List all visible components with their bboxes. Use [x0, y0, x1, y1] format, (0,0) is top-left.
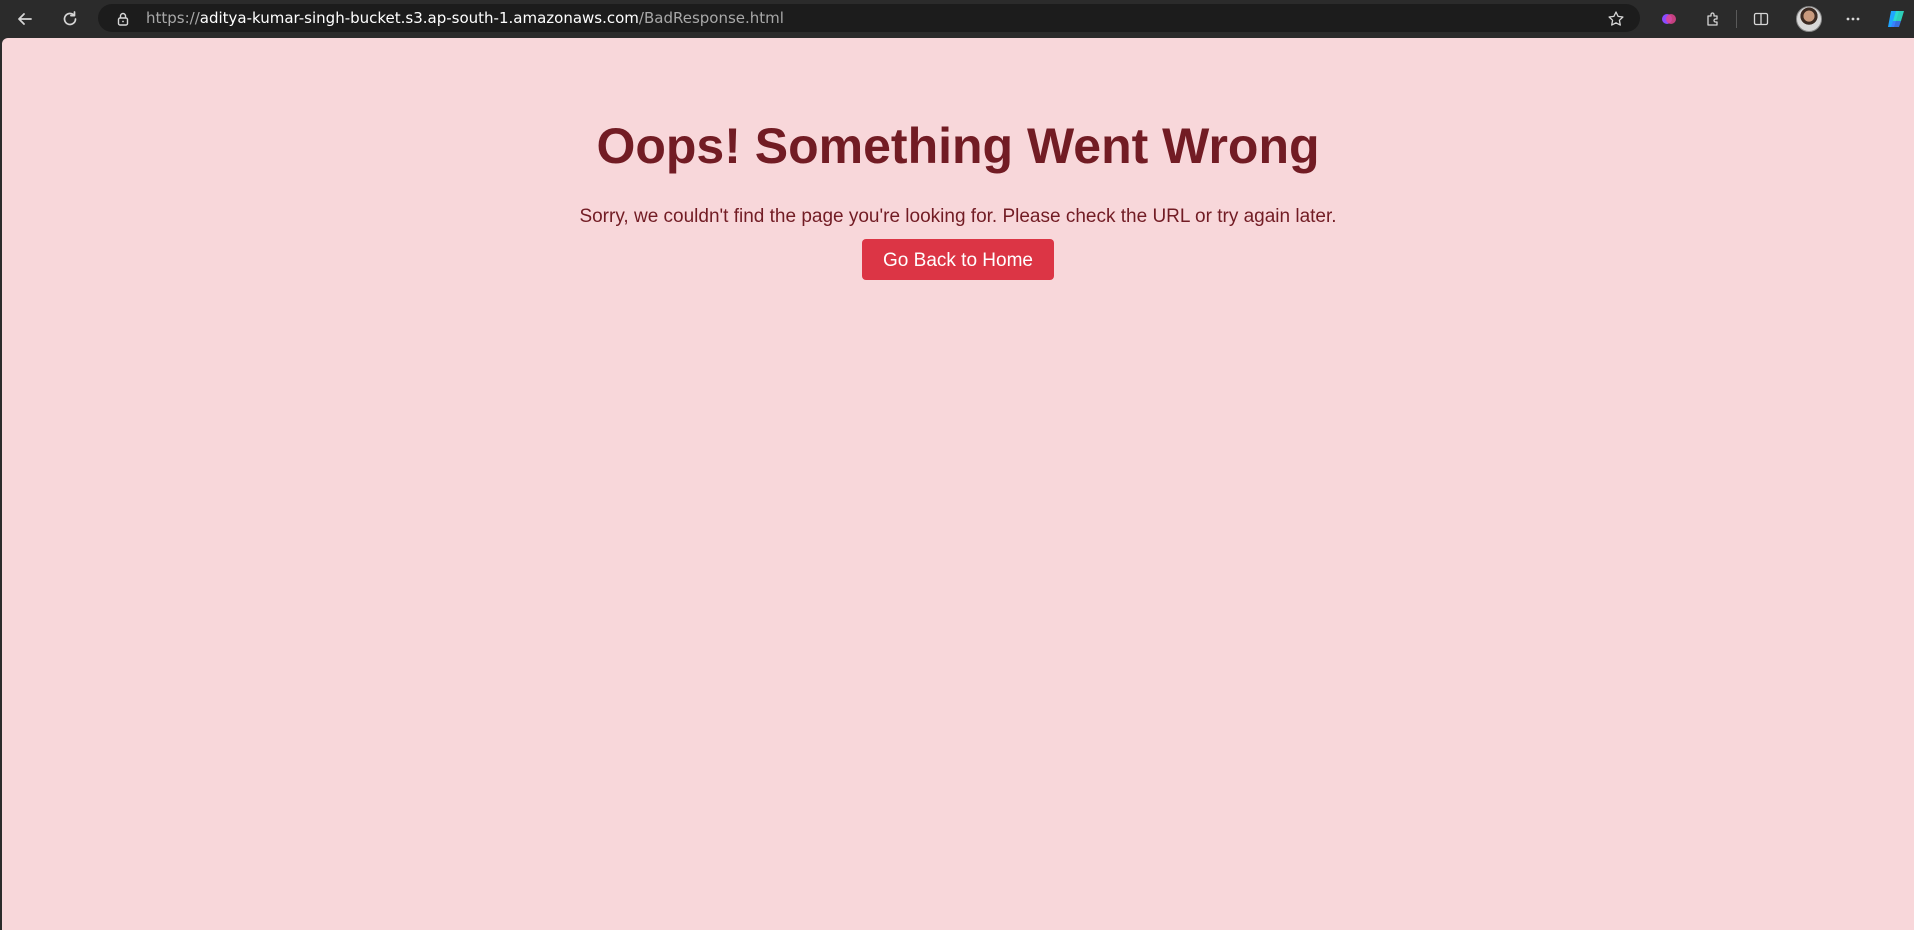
split-screen-icon[interactable] [1748, 6, 1774, 32]
url-host: aditya-kumar-singh-bucket.s3.ap-south-1.… [199, 9, 639, 27]
url-text[interactable]: https://aditya-kumar-singh-bucket.s3.ap-… [146, 8, 784, 28]
avatar[interactable] [1796, 6, 1822, 32]
lock-icon[interactable] [110, 6, 136, 32]
more-icon[interactable] [1840, 6, 1866, 32]
back-icon[interactable] [12, 6, 38, 32]
reload-icon[interactable] [57, 6, 83, 32]
browser-toolbar: https://aditya-kumar-singh-bucket.s3.ap-… [0, 0, 1914, 37]
error-title: Oops! Something Went Wrong [596, 118, 1320, 174]
url-path: /BadResponse.html [638, 9, 784, 27]
error-message: Sorry, we couldn't find the page you're … [579, 206, 1337, 227]
extension-color-icon[interactable] [1656, 6, 1682, 32]
puzzle-icon[interactable] [1700, 6, 1726, 32]
url-scheme: https:// [146, 9, 200, 27]
star-icon[interactable] [1603, 6, 1629, 32]
go-home-button[interactable]: Go Back to Home [862, 239, 1054, 280]
page-viewport: Oops! Something Went Wrong Sorry, we cou… [2, 38, 1914, 930]
toolbar-divider [1736, 10, 1737, 28]
copilot-icon[interactable] [1883, 6, 1909, 32]
